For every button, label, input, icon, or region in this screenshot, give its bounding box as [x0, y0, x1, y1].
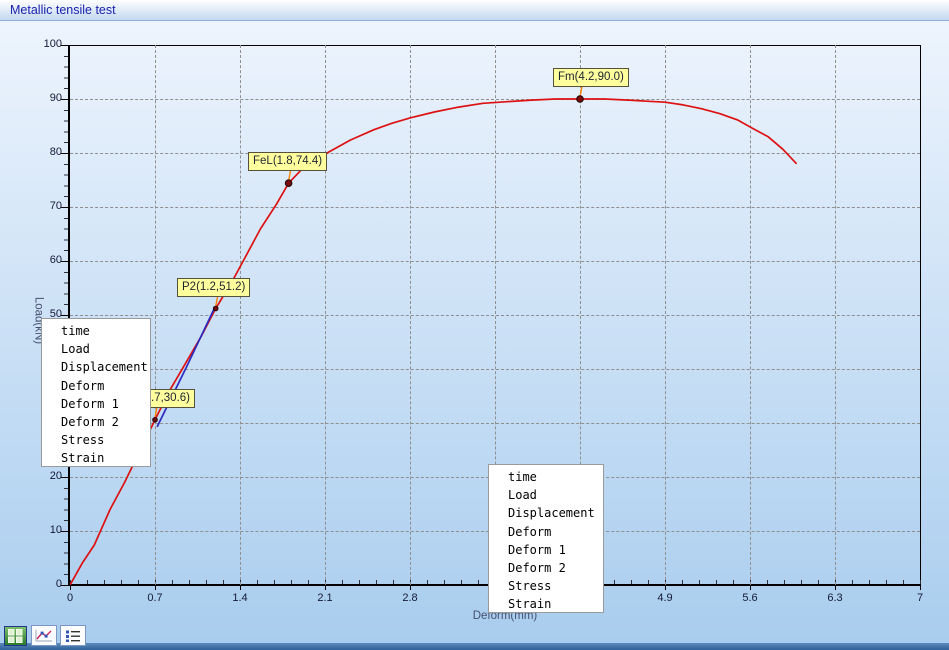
- menu-item-time[interactable]: time: [42, 322, 150, 340]
- y-tick-label: 80: [16, 146, 62, 158]
- annotation-label-P1[interactable]: .7,30.6): [146, 389, 195, 408]
- menu-item-deform[interactable]: Deform: [489, 523, 603, 541]
- list-icon: [63, 628, 83, 643]
- popup-menu-bottom: timeLoadDisplacementDeformDeform 1Deform…: [488, 464, 604, 613]
- y-tick-label: 20: [16, 470, 62, 482]
- grid-icon: [6, 628, 25, 644]
- y-tick-label: 70: [16, 200, 62, 212]
- menu-item-stress[interactable]: Stress: [489, 577, 603, 595]
- menu-item-stress[interactable]: Stress: [42, 431, 150, 449]
- y-tick-label: 100: [16, 38, 62, 50]
- annotation-label-FeL[interactable]: FeL(1.8,74.4): [248, 152, 327, 171]
- x-tick-label: 5.6: [728, 592, 772, 604]
- chart-view-button[interactable]: [31, 625, 57, 646]
- annotation-label-Fm[interactable]: Fm(4.2,90.0): [553, 68, 629, 87]
- menu-item-load[interactable]: Load: [489, 486, 603, 504]
- menu-item-displacement[interactable]: Displacement: [489, 504, 603, 522]
- window-title: Metallic tensile test: [10, 0, 116, 20]
- x-tick-label: 1.4: [218, 592, 262, 604]
- x-tick-label: 2.1: [303, 592, 347, 604]
- y-tick-label: 0: [16, 578, 62, 590]
- x-tick-label: 0.7: [133, 592, 177, 604]
- menu-item-deform-1[interactable]: Deform 1: [42, 395, 150, 413]
- plot-right-border: [920, 45, 921, 585]
- y-axis-major-ticks: [61, 45, 68, 586]
- x-tick-label: 6.3: [813, 592, 857, 604]
- menu-item-strain[interactable]: Strain: [489, 595, 603, 613]
- grid-view-button[interactable]: [4, 626, 27, 646]
- menu-item-deform-1[interactable]: Deform 1: [489, 541, 603, 559]
- menu-item-displacement[interactable]: Displacement: [42, 358, 150, 376]
- annotation-label-P2[interactable]: P2(1.2,51.2): [177, 278, 250, 297]
- menu-item-time[interactable]: time: [489, 468, 603, 486]
- list-view-button[interactable]: [60, 625, 86, 646]
- menu-item-deform-2[interactable]: Deform 2: [489, 559, 603, 577]
- application-window: Metallic tensile test Load(kN) Deform(mm…: [0, 0, 949, 650]
- popup-menu-left: timeLoadDisplacementDeformDeform 1Deform…: [41, 318, 151, 467]
- y-tick-label: 10: [16, 524, 62, 536]
- menu-item-deform[interactable]: Deform: [42, 377, 150, 395]
- title-bar[interactable]: Metallic tensile test: [0, 0, 949, 21]
- x-tick-label: 4.9: [643, 592, 687, 604]
- menu-item-deform-2[interactable]: Deform 2: [42, 413, 150, 431]
- y-tick-label: 60: [16, 254, 62, 266]
- menu-item-strain[interactable]: Strain: [42, 449, 150, 467]
- y-tick-label: 90: [16, 92, 62, 104]
- chart-icon: [34, 628, 54, 643]
- x-tick-label: 7: [898, 592, 942, 604]
- menu-item-load[interactable]: Load: [42, 340, 150, 358]
- x-tick-label: 0: [48, 592, 92, 604]
- x-tick-label: 2.8: [388, 592, 432, 604]
- window-bottom-edge: [0, 643, 949, 650]
